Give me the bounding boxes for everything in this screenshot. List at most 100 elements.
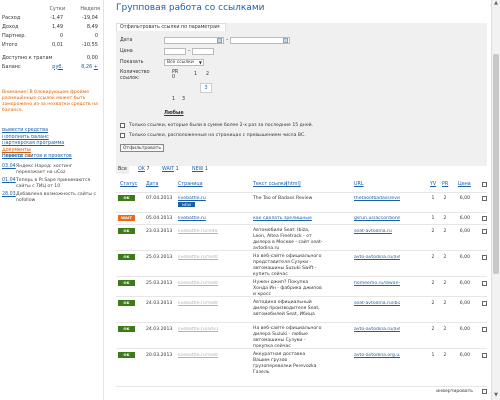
page-scrollbar[interactable]: ▲ ▼ — [491, 0, 500, 400]
row-url[interactable]: seat-avtodina.ru/ibiza/ca — [354, 301, 400, 306]
status-badge: WAIT — [118, 215, 135, 221]
row-checkbox[interactable] — [482, 353, 487, 358]
row-pr: 2 — [443, 196, 447, 201]
row-url[interactable]: thetaoofbadassreview.org — [354, 196, 400, 201]
row-pr: 2 — [443, 327, 447, 332]
row-price: 6,00 — [459, 327, 470, 332]
count-label: Количество ссылок: — [120, 70, 150, 81]
col-date[interactable]: Дата — [146, 182, 158, 187]
news-date[interactable]: 28.03 — [2, 192, 16, 203]
row-page-link[interactable]: livebattle.ru/%d0%b2% — [178, 353, 218, 358]
news-item[interactable]: 01.04 Теперь в Pr.Sape принимаются сайты… — [2, 178, 102, 189]
count-box[interactable]: 3 — [200, 83, 212, 93]
status-badge: OK — [118, 326, 135, 332]
row-page-link[interactable]: livebattle.ru/%d0%b2% — [178, 255, 218, 260]
row-date: 05.04.2013 — [146, 216, 173, 221]
calendar-icon[interactable] — [283, 38, 288, 43]
col-page[interactable]: Страница — [178, 182, 203, 187]
col-status[interactable]: Статус — [120, 182, 137, 187]
stats-panel: Сутки Неделя Расход -1,47 -19,04 Доход 1… — [0, 4, 104, 71]
row-page-link[interactable]: livebattle.ru/index/1 — [178, 229, 218, 234]
scroll-down-icon[interactable]: ▼ — [492, 392, 500, 400]
row-checkbox[interactable] — [482, 216, 487, 221]
row-url[interactable]: avto-avtodina.ru/avtomobili — [354, 255, 400, 260]
col-yv[interactable]: YV — [430, 182, 436, 187]
row-url[interactable]: gsrun.us/accordion/ur — [354, 216, 400, 221]
stats-day-value: 0,01 — [51, 41, 64, 48]
calendar-icon[interactable] — [217, 38, 222, 43]
row-url[interactable]: seat-avtodina.ru — [354, 229, 400, 234]
balance-currency-link[interactable]: руб. — [52, 64, 63, 70]
news-text: Добавлена возможность сайты с nofollow — [16, 192, 96, 203]
stats-row: Итого 0,01 -10,55 — [0, 40, 104, 49]
row-checkbox[interactable] — [482, 301, 487, 306]
chevron-down-icon: ▼ — [198, 60, 202, 65]
row-page-link[interactable]: livebattle.ru/%d0%b6% — [178, 301, 218, 306]
tab-ok[interactable]: OK — [138, 167, 145, 172]
row-checkbox[interactable] — [482, 229, 487, 234]
col-pr[interactable]: PR — [442, 182, 448, 187]
tab-wait[interactable]: WAIT — [162, 167, 174, 172]
show-select[interactable]: Все ссылки ▼ — [164, 59, 204, 66]
news-item[interactable]: 28.03 Добавлена возможность сайты с nofo… — [2, 192, 102, 203]
stats-label: Расход — [2, 14, 21, 21]
tab-new[interactable]: NEW — [192, 167, 203, 172]
row-price: 6,00 — [459, 229, 470, 234]
row-url[interactable]: avto-avtodina.org.ua/gruzo — [354, 353, 400, 358]
cb-frequent[interactable] — [120, 123, 125, 128]
news-date[interactable]: 03.04 — [2, 164, 16, 175]
documents-link[interactable]: Документы — [2, 148, 31, 153]
date-to-input[interactable] — [230, 37, 290, 44]
col-text[interactable]: Текст ссылки — [253, 182, 287, 187]
row-pr: 2 — [443, 281, 447, 286]
row-url[interactable]: homeemo.ru/diwan-klyi — [354, 281, 400, 286]
row-price: 6,00 — [459, 255, 470, 260]
row-date: 25.03.2013 — [146, 281, 173, 286]
row-price: 6,00 — [459, 196, 470, 201]
date-from-input[interactable] — [164, 37, 224, 44]
row-link-text[interactable]: как сделать зрелищные — [253, 216, 312, 221]
row-pr: 2 — [443, 353, 447, 358]
topup-link[interactable]: Пополнить баланс — [2, 135, 49, 140]
table-row: OK 24.03.2013 livebattle.ru/adv.bottom Н… — [116, 322, 487, 349]
tab-all[interactable]: Все — [116, 166, 129, 174]
partner-program-link[interactable]: Партнерская программа — [2, 141, 64, 146]
col-url[interactable]: URL — [354, 182, 364, 187]
pr-any-label[interactable]: Любые — [164, 111, 184, 116]
col-text-html[interactable]: [html] — [286, 182, 301, 187]
balance-row: Баланс руб. 8,26 + — [0, 62, 104, 71]
row-pr: 2 — [443, 255, 447, 260]
stats-header-week: Неделя — [80, 5, 100, 12]
row-date: 20.03.2013 — [146, 353, 173, 358]
news-date[interactable]: 01.04 — [2, 178, 16, 189]
price-separator: – — [188, 49, 191, 54]
withdraw-link[interactable]: Вывести средства — [2, 128, 48, 133]
news-item[interactable]: 03.04 Яндекс.Народ: хостинг переезжает н… — [2, 164, 102, 175]
news-text: Теперь в Pr.Sape принимаются сайты с ТИЦ… — [16, 178, 91, 189]
sidebar: Сутки Неделя Расход -1,47 -19,04 Доход 1… — [0, 0, 104, 400]
price-to-input[interactable] — [192, 48, 214, 55]
row-page-link[interactable]: livebattle.ru — [178, 216, 218, 221]
invert-checkbox[interactable] — [482, 389, 487, 394]
filter-button[interactable]: Отфильтровать — [120, 144, 164, 152]
pr-value: 1 — [194, 72, 198, 77]
row-page-link[interactable]: livebattle.ru/adv.bottom — [178, 327, 218, 332]
cb-overflow[interactable] — [120, 133, 125, 138]
row-checkbox[interactable] — [482, 255, 487, 260]
row-checkbox[interactable] — [482, 196, 487, 201]
row-page-link[interactable]: livebattle.ru/%d0%b2% — [178, 281, 218, 286]
col-price[interactable]: Цена — [458, 182, 471, 187]
scroll-thumb[interactable] — [493, 54, 499, 274]
row-checkbox[interactable] — [482, 327, 487, 332]
select-all-checkbox[interactable] — [482, 182, 487, 187]
row-checkbox[interactable] — [482, 281, 487, 286]
row-page-link[interactable]: livebattle.ru — [178, 196, 218, 201]
filter-tab[interactable]: Отфильтровать ссылки по параметрам — [116, 23, 226, 31]
scroll-up-icon[interactable]: ▲ — [492, 0, 500, 8]
row-url[interactable]: avto-avtodina.ru/avtomobili — [354, 327, 400, 332]
rss-icon[interactable]: rss — [24, 154, 31, 159]
price-from-input[interactable] — [164, 48, 186, 55]
news-title-link[interactable]: Новости — [2, 154, 23, 159]
count-value: 1 — [172, 97, 176, 102]
balance-topup-icon[interactable]: + — [94, 64, 98, 70]
